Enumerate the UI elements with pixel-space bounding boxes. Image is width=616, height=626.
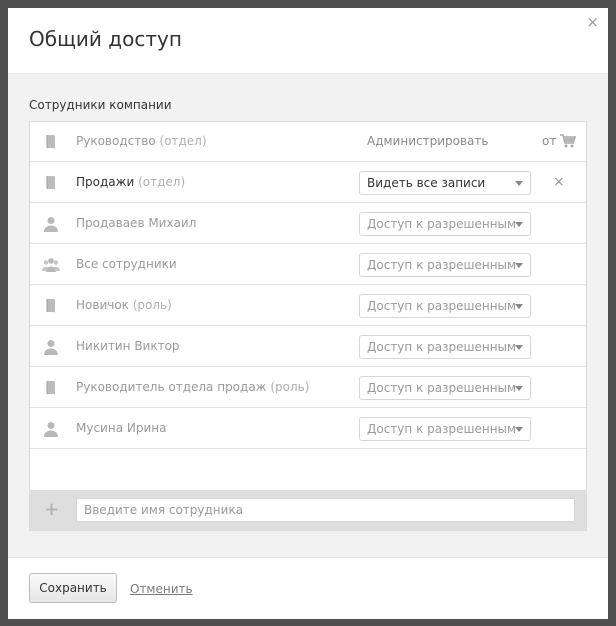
chevron-down-icon	[515, 386, 523, 391]
user-icon	[44, 217, 58, 232]
access-table: Руководство (отдел) Администрировать от …	[29, 121, 587, 531]
cancel-link[interactable]: Отменить	[130, 582, 193, 596]
chevron-down-icon	[515, 304, 523, 309]
permission-select[interactable]: Доступ к разрешенным	[359, 253, 531, 277]
permission-value: Доступ к разрешенным	[367, 299, 517, 313]
permission-select[interactable]: Доступ к разрешенным	[359, 294, 531, 318]
permission-value: Доступ к разрешенным	[367, 381, 517, 395]
close-icon[interactable]: ×	[586, 15, 599, 30]
dialog-footer: Сохранить Отменить	[8, 557, 608, 619]
permission-value: Доступ к разрешенным	[367, 217, 517, 231]
remove-icon[interactable]: ×	[553, 174, 565, 190]
user-icon	[44, 422, 58, 437]
users-icon	[42, 258, 60, 272]
table-header-row: Руководство (отдел) Администрировать от	[30, 122, 586, 162]
permission-value: Видеть все записи	[367, 176, 486, 190]
chevron-down-icon	[515, 263, 523, 268]
table-row: Новичок (роль) Доступ к разрешенным	[30, 286, 586, 326]
chevron-down-icon	[515, 222, 523, 227]
row-name: Руководитель отдела продаж (роль)	[76, 380, 310, 394]
dialog-header: Общий доступ ×	[8, 8, 608, 74]
row-name: Новичок (роль)	[76, 298, 172, 312]
permission-select[interactable]: Доступ к разрешенным	[359, 376, 531, 400]
row-name: Мусина Ирина	[76, 421, 167, 435]
dialog-body: Сотрудники компании Руководство (отдел) …	[8, 74, 608, 557]
cart-icon[interactable]	[559, 132, 577, 150]
save-button[interactable]: Сохранить	[29, 573, 117, 603]
permission-value: Доступ к разрешенным	[367, 258, 517, 272]
add-icon[interactable]: +	[44, 499, 59, 520]
table-row: Никитин Виктор Доступ к разрешенным	[30, 327, 586, 367]
dialog-title: Общий доступ	[29, 27, 182, 51]
table-row: Мусина Ирина Доступ к разрешенным	[30, 409, 586, 449]
book-icon	[46, 135, 55, 149]
table-row: Руководитель отдела продаж (роль) Доступ …	[30, 368, 586, 408]
permission-select[interactable]: Видеть все записи	[359, 171, 531, 195]
table-row: Все сотрудники Доступ к разрешенным	[30, 245, 586, 285]
header-name: Руководство (отдел)	[76, 134, 207, 148]
permission-value: Доступ к разрешенным	[367, 340, 517, 354]
permission-value: Доступ к разрешенным	[367, 422, 517, 436]
book-icon	[46, 381, 55, 395]
chevron-down-icon	[515, 427, 523, 432]
row-name: Продажи (отдел)	[76, 175, 186, 189]
row-name: Продаваев Михаил	[76, 216, 197, 230]
add-employee-bar: +	[30, 490, 586, 530]
book-icon	[46, 299, 55, 313]
header-permission-label: Администрировать	[367, 134, 489, 148]
row-name: Никитин Виктор	[76, 339, 180, 353]
table-row: Продаваев Михаил Доступ к разрешенным	[30, 204, 586, 244]
permission-select[interactable]: Доступ к разрешенным	[359, 212, 531, 236]
table-row: Продажи (отдел) Видеть все записи ×	[30, 163, 586, 203]
book-icon	[46, 176, 55, 190]
employee-search-input[interactable]	[76, 498, 575, 522]
chevron-down-icon	[515, 345, 523, 350]
share-dialog: Общий доступ × Сотрудники компании Руков…	[8, 8, 608, 619]
section-label: Сотрудники компании	[29, 98, 172, 112]
row-name: Все сотрудники	[76, 257, 177, 271]
permission-select[interactable]: Доступ к разрешенным	[359, 335, 531, 359]
header-from-label: от	[542, 134, 557, 148]
chevron-down-icon	[515, 181, 523, 186]
permission-select[interactable]: Доступ к разрешенным	[359, 417, 531, 441]
user-icon	[44, 340, 58, 355]
